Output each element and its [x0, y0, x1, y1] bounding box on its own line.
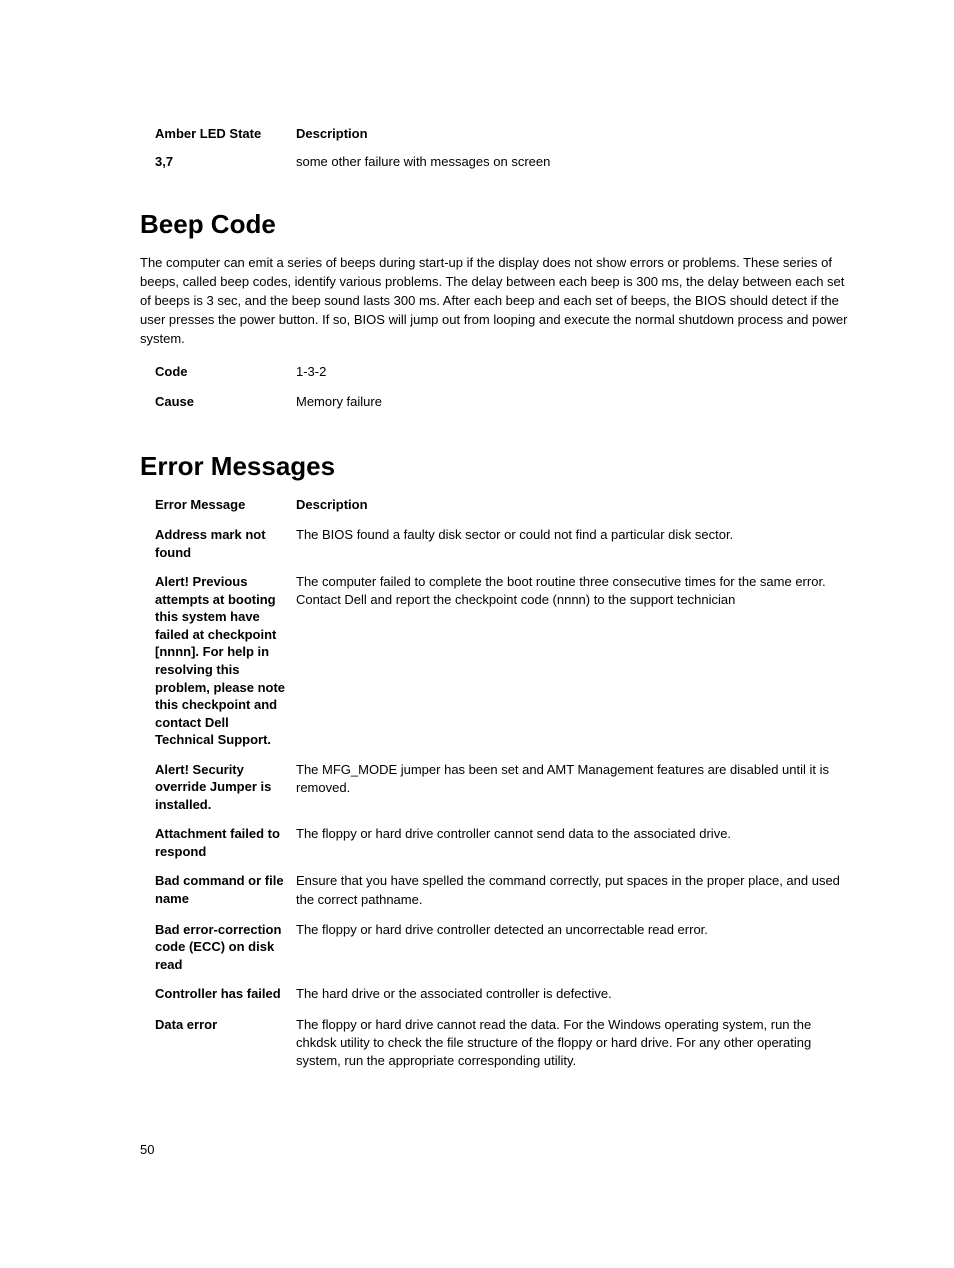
heading-error-messages: Error Messages — [140, 451, 854, 482]
table-row: Alert! Previous attempts at booting this… — [155, 573, 854, 748]
error-message-desc: The MFG_MODE jumper has been set and AMT… — [296, 761, 854, 814]
beep-code-value: 1-3-2 — [296, 363, 854, 381]
table-row: Code 1-3-2 — [155, 363, 854, 381]
beep-code-table: Code 1-3-2 Cause Memory failure — [140, 363, 854, 423]
table-header-row: Error Message Description — [155, 496, 854, 514]
error-message-desc: The BIOS found a faulty disk sector or c… — [296, 526, 854, 561]
header-error-message: Error Message — [155, 496, 296, 514]
error-messages-table: Error Message Description Address mark n… — [140, 496, 854, 1082]
error-message-desc: The floppy or hard drive controller dete… — [296, 921, 854, 974]
beep-cause-label: Cause — [155, 393, 296, 411]
beep-code-label: Code — [155, 363, 296, 381]
error-message-desc: Ensure that you have spelled the command… — [296, 872, 854, 908]
error-message-desc: The floppy or hard drive controller cann… — [296, 825, 854, 860]
document-page: Amber LED State Description 3,7 some oth… — [0, 0, 954, 1217]
page-number: 50 — [140, 1142, 854, 1157]
error-message-name: Attachment failed to respond — [155, 825, 296, 860]
beep-code-intro: The computer can emit a series of beeps … — [140, 254, 854, 348]
error-message-name: Alert! Security override Jumper is insta… — [155, 761, 296, 814]
table-row: Bad error-correction code (ECC) on disk … — [155, 921, 854, 974]
amber-led-state-value: 3,7 — [155, 153, 296, 171]
table-row: Controller has failed The hard drive or … — [155, 985, 854, 1003]
error-message-desc: The floppy or hard drive cannot read the… — [296, 1016, 854, 1071]
error-message-desc: The hard drive or the associated control… — [296, 985, 854, 1003]
table-row: Bad command or file name Ensure that you… — [155, 872, 854, 908]
table-header-row: Amber LED State Description — [155, 125, 854, 143]
error-message-name: Address mark not found — [155, 526, 296, 561]
error-message-name: Bad error-correction code (ECC) on disk … — [155, 921, 296, 974]
header-description: Description — [296, 496, 854, 514]
table-row: Data error The floppy or hard drive cann… — [155, 1016, 854, 1071]
header-description: Description — [296, 125, 854, 143]
error-message-name: Alert! Previous attempts at booting this… — [155, 573, 296, 748]
error-message-name: Controller has failed — [155, 985, 296, 1003]
heading-beep-code: Beep Code — [140, 209, 854, 240]
error-message-name: Bad command or file name — [155, 872, 296, 908]
beep-cause-value: Memory failure — [296, 393, 854, 411]
table-row: Alert! Security override Jumper is insta… — [155, 761, 854, 814]
table-row: Address mark not found The BIOS found a … — [155, 526, 854, 561]
amber-led-table: Amber LED State Description 3,7 some oth… — [140, 125, 854, 181]
error-message-desc: The computer failed to complete the boot… — [296, 573, 854, 748]
table-row: Cause Memory failure — [155, 393, 854, 411]
amber-led-description-value: some other failure with messages on scre… — [296, 153, 854, 171]
table-row: 3,7 some other failure with messages on … — [155, 153, 854, 171]
header-amber-led-state: Amber LED State — [155, 125, 296, 143]
error-message-name: Data error — [155, 1016, 296, 1071]
table-row: Attachment failed to respond The floppy … — [155, 825, 854, 860]
